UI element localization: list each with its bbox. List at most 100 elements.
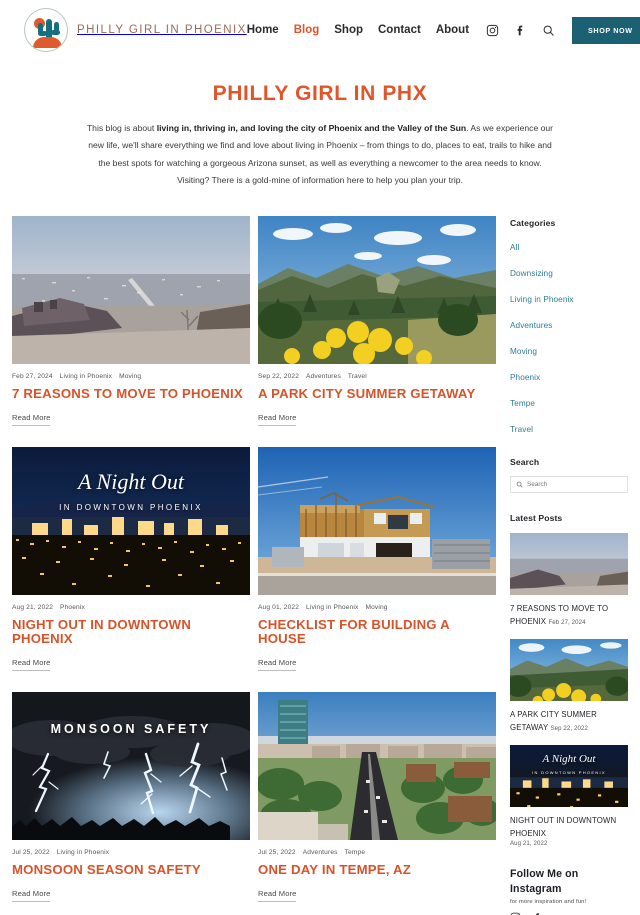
post-card[interactable]: Jul 25, 2022 Adventures Tempe ONE DAY IN… — [258, 692, 496, 905]
post-thumbnail-tempe-aerial[interactable] — [258, 692, 496, 841]
category-link-moving[interactable]: Moving — [510, 347, 537, 356]
post-meta: Feb 27, 2024 Living in Phoenix Moving — [12, 373, 250, 380]
latest-post-thumbnail-park-city[interactable] — [510, 638, 628, 701]
brand-name: PHILLY GIRL IN PHOENIX — [77, 24, 247, 36]
nav-social-icons — [486, 24, 555, 37]
post-card[interactable]: Feb 27, 2024 Living in Phoenix Moving 7 … — [12, 215, 250, 429]
category-list: All Downsizing Living in Phoenix Adventu… — [510, 237, 628, 437]
post-date: Feb 27, 2024 — [12, 372, 53, 380]
post-meta: Jul 25, 2022 Living in Phoenix — [12, 849, 250, 856]
search-widget: Search — [510, 457, 628, 493]
site-logo-link[interactable]: PHILLY GIRL IN PHOENIX — [24, 8, 247, 52]
category-link-all[interactable]: All — [510, 243, 519, 252]
post-date: Sep 22, 2022 — [258, 372, 300, 380]
nav-item-home[interactable]: Home — [247, 24, 279, 36]
post-thumbnail-house-construction[interactable] — [258, 446, 496, 595]
post-title[interactable]: ONE DAY IN TEMPE, AZ — [258, 862, 496, 878]
read-more-link[interactable]: Read More — [258, 413, 297, 426]
list-item: Living in Phoenix — [510, 289, 628, 307]
read-more-link[interactable]: Read More — [258, 658, 297, 672]
post-tag[interactable]: Living in Phoenix — [57, 849, 109, 856]
content-layout: Feb 27, 2024 Living in Phoenix Moving 7 … — [0, 190, 640, 915]
latest-post-item[interactable]: A PARK CITY SUMMER GETAWAY Sep 22, 2022 — [510, 638, 628, 735]
cactus-arm-left-base-icon — [38, 31, 47, 36]
search-box[interactable] — [510, 475, 628, 493]
post-date: Jul 25, 2022 — [258, 849, 296, 857]
post-meta: Aug 01, 2022 Living in Phoenix Moving — [258, 604, 496, 611]
latest-post-thumbnail-night-out[interactable]: A Night Out IN DOWNTOWN PHOENIX — [510, 744, 628, 807]
post-tag[interactable]: Moving — [119, 373, 141, 380]
instagram-icon[interactable] — [486, 24, 499, 37]
shop-now-button[interactable]: SHOP NOW — [572, 16, 640, 44]
post-tag[interactable]: Adventures — [306, 373, 341, 380]
latest-posts-widget: Latest Posts 7 REASONS TO MOVE TO PHOENI… — [510, 512, 628, 848]
nav-item-contact[interactable]: Contact — [378, 24, 421, 36]
post-tag[interactable]: Living in Phoenix — [60, 373, 112, 380]
post-title[interactable]: NIGHT OUT IN DOWNTOWN PHOENIX — [12, 617, 250, 648]
post-meta: Aug 21, 2022 Phoenix — [12, 604, 250, 611]
latest-post-date: Sep 22, 2022 — [550, 725, 588, 733]
post-tag[interactable]: Phoenix — [60, 604, 85, 611]
cactus-arm-right-base-icon — [51, 30, 60, 35]
nav-item-blog[interactable]: Blog — [294, 24, 320, 36]
latest-post-item[interactable]: 7 REASONS TO MOVE TO PHOENIX Feb 27, 202… — [510, 532, 628, 629]
nav-links: Home Blog Shop Contact About — [247, 24, 469, 36]
category-link-travel[interactable]: Travel — [510, 425, 533, 434]
post-meta: Sep 22, 2022 Adventures Travel — [258, 373, 496, 380]
categories-widget: Categories All Downsizing Living in Phoe… — [510, 218, 628, 437]
post-date: Aug 01, 2022 — [258, 603, 300, 611]
post-tag[interactable]: Living in Phoenix — [306, 604, 358, 611]
search-icon[interactable] — [542, 24, 555, 37]
post-tag[interactable]: Adventures — [303, 849, 338, 856]
category-link-living-in-phoenix[interactable]: Living in Phoenix — [510, 295, 574, 304]
list-item: Travel — [510, 419, 628, 437]
hero-description: This blog is about living in, thriving i… — [85, 120, 555, 190]
hero-section: PHILLY GIRL IN PHX This blog is about li… — [0, 60, 640, 190]
page-title: PHILLY GIRL IN PHX — [212, 82, 428, 105]
post-thumbnail-night-out[interactable]: A Night Out IN DOWNTOWN PHOENIX — [12, 446, 250, 595]
read-more-link[interactable]: Read More — [12, 889, 51, 902]
post-title[interactable]: 7 REASONS TO MOVE TO PHOENIX — [12, 386, 250, 402]
latest-post-title-text: NIGHT OUT IN DOWNTOWN PHOENIX — [510, 815, 617, 838]
read-more-link[interactable]: Read More — [12, 413, 51, 426]
category-link-phoenix[interactable]: Phoenix — [510, 373, 540, 382]
post-title[interactable]: MONSOON SEASON SAFETY — [12, 862, 250, 878]
search-input[interactable] — [527, 480, 622, 488]
post-thumbnail-monsoon-lightning[interactable]: MONSOON SAFETY — [12, 692, 250, 841]
image-overlay-subtitle: IN DOWNTOWN PHOENIX — [532, 769, 606, 775]
latest-post-title[interactable]: NIGHT OUT IN DOWNTOWN PHOENIX — [510, 814, 628, 841]
post-card[interactable]: MONSOON SAFETY Jul 25, 2022 Living in Ph… — [12, 692, 250, 905]
latest-post-title[interactable]: A PARK CITY SUMMER GETAWAY Sep 22, 2022 — [510, 708, 628, 735]
main-navigation: Home Blog Shop Contact About SHOP NOW — [247, 16, 640, 44]
desert-ground-icon — [33, 37, 62, 48]
list-item: Phoenix — [510, 367, 628, 385]
post-title[interactable]: A PARK CITY SUMMER GETAWAY — [258, 386, 496, 402]
nav-item-about[interactable]: About — [436, 24, 469, 36]
category-link-tempe[interactable]: Tempe — [510, 399, 535, 408]
post-thumbnail-park-city[interactable] — [258, 215, 496, 364]
read-more-link[interactable]: Read More — [258, 889, 297, 902]
latest-post-date: Aug 21, 2022 — [510, 840, 548, 848]
post-tag[interactable]: Travel — [348, 373, 367, 380]
post-tag[interactable]: Tempe — [345, 849, 366, 856]
nav-item-shop[interactable]: Shop — [334, 24, 363, 36]
facebook-icon[interactable] — [514, 24, 527, 37]
post-tag[interactable]: Moving — [365, 604, 387, 611]
post-title[interactable]: CHECKLIST FOR BUILDING A HOUSE — [258, 617, 496, 648]
latest-post-thumbnail-phoenix-dusk[interactable] — [510, 532, 628, 595]
latest-post-title[interactable]: 7 REASONS TO MOVE TO PHOENIX Feb 27, 202… — [510, 602, 628, 629]
category-link-downsizing[interactable]: Downsizing — [510, 269, 553, 278]
post-thumbnail-phoenix-dusk[interactable] — [12, 215, 250, 364]
post-card[interactable]: Aug 01, 2022 Living in Phoenix Moving CH… — [258, 446, 496, 675]
post-card[interactable]: Sep 22, 2022 Adventures Travel A PARK CI… — [258, 215, 496, 429]
post-meta: Jul 25, 2022 Adventures Tempe — [258, 849, 496, 856]
hero-text-lead: This blog is about — [86, 123, 157, 133]
latest-posts-heading: Latest Posts — [510, 512, 563, 523]
post-card[interactable]: A Night Out IN DOWNTOWN PHOENIX Aug 21, … — [12, 446, 250, 675]
hero-text-emphasis: living in, thriving in, and loving the c… — [156, 123, 467, 133]
latest-post-item[interactable]: A Night Out IN DOWNTOWN PHOENIX NIGHT OU… — [510, 744, 628, 848]
category-link-adventures[interactable]: Adventures — [510, 321, 552, 330]
read-more-link[interactable]: Read More — [12, 658, 51, 672]
list-item: Tempe — [510, 393, 628, 411]
image-overlay-script-title: A Night Out — [542, 752, 596, 765]
